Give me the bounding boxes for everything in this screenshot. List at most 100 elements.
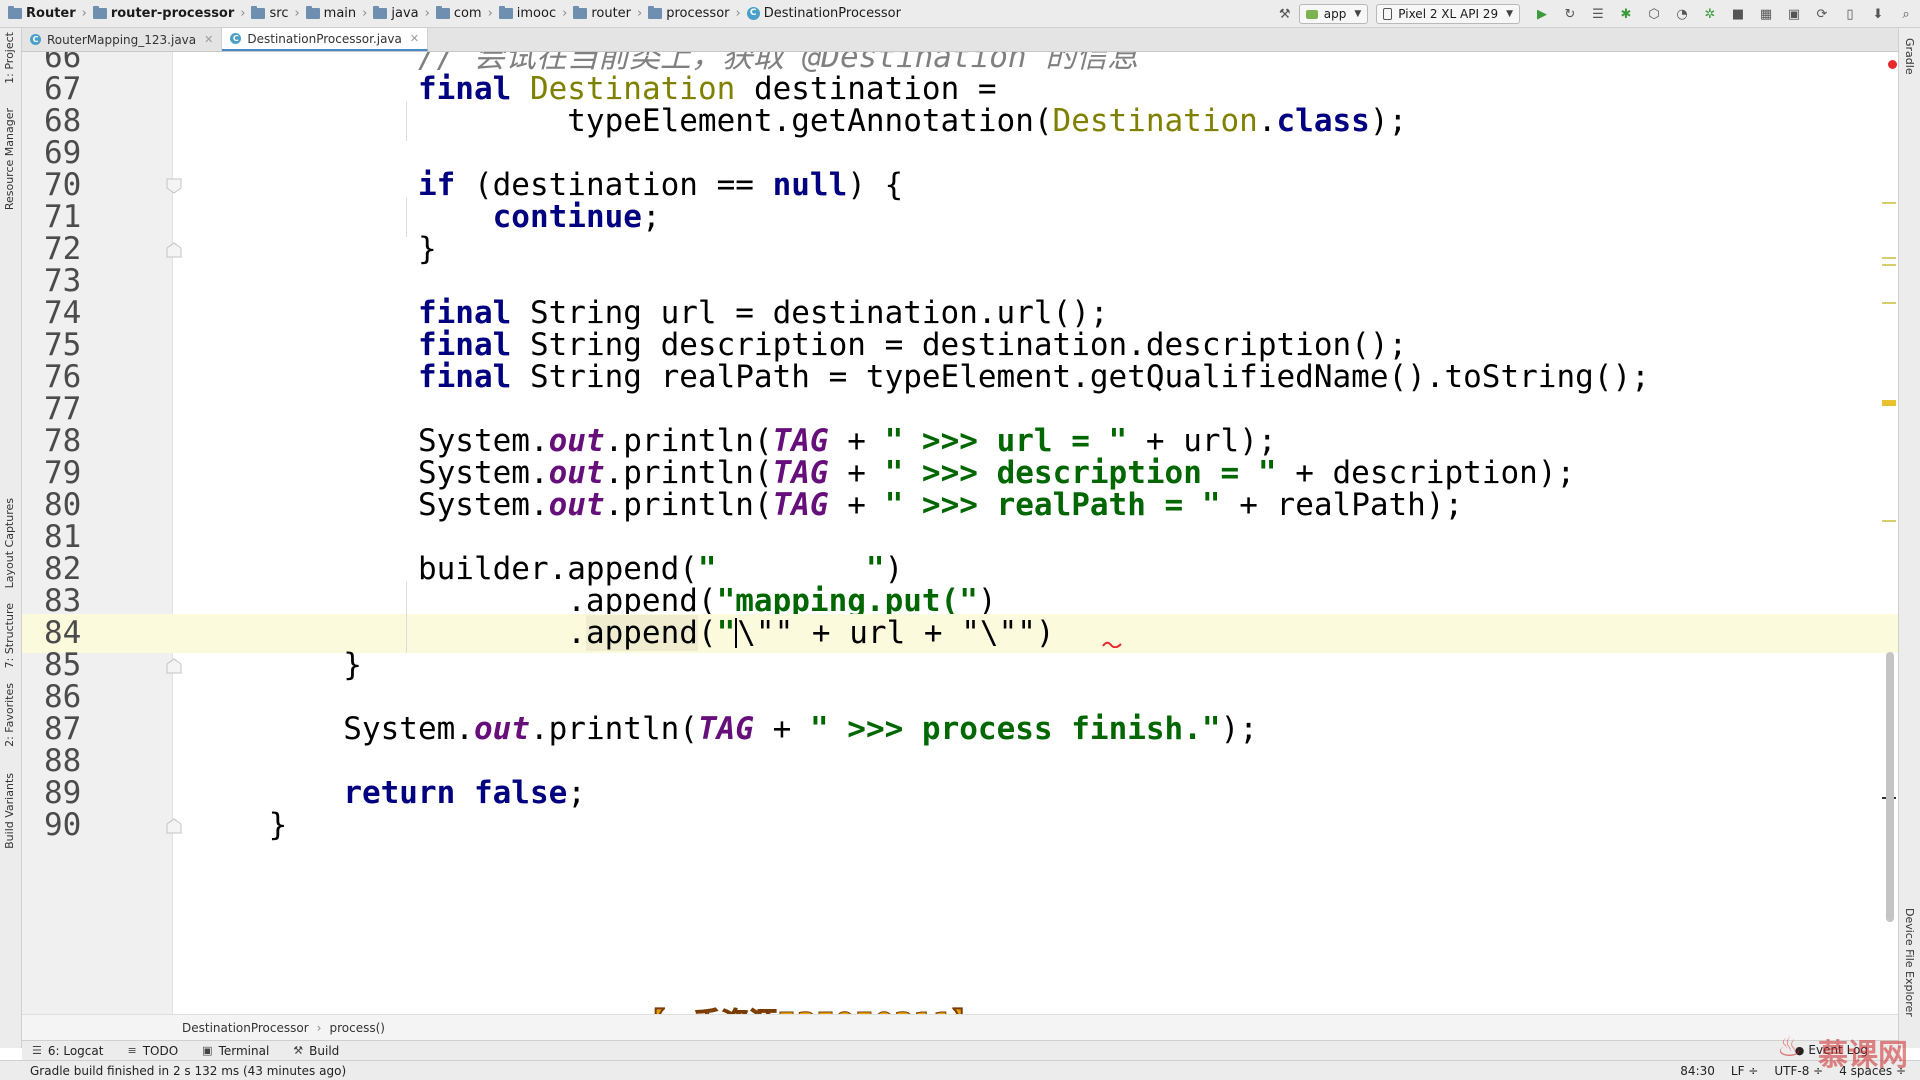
toolbar: ⚒ app ▼ Pixel 2 XL API 29 ▼ ▶ ↻ ☰ ✱ ⬡ ◔ … [1271, 0, 1920, 28]
chevron-right-icon: › [316, 1020, 322, 1035]
fold-marker-icon[interactable] [165, 177, 183, 195]
tool-build[interactable]: ⚒ Build [293, 1044, 339, 1058]
phone-icon [1383, 8, 1393, 20]
breadcrumb-label: src [269, 6, 289, 21]
search-icon[interactable]: ⌕ [1898, 6, 1914, 22]
tab-label: RouterMapping_123.java [47, 32, 197, 47]
breadcrumb-label: router [591, 6, 632, 21]
chevron-right-icon: › [562, 6, 568, 21]
caret-marker[interactable] [1882, 400, 1896, 406]
breadcrumb-label: main [323, 6, 357, 21]
right-tool-strip: Gradle Device File Explorer [1898, 28, 1920, 1048]
left-tool-strip: 1: Project Resource Manager Layout Captu… [0, 28, 22, 1048]
code-text[interactable]: } [194, 806, 288, 845]
tool-todo[interactable]: ≡ TODO [127, 1044, 178, 1058]
watermark-text: 【一手资源535950311】 [636, 1001, 980, 1015]
device-select[interactable]: Pixel 2 XL API 29 ▼ [1376, 4, 1520, 24]
debug-icon[interactable]: ✱ [1618, 6, 1634, 22]
attach-debugger-icon[interactable]: ⬡ [1646, 6, 1662, 22]
fold-marker-icon[interactable] [165, 817, 183, 835]
project-structure-icon[interactable]: ▦ [1758, 6, 1774, 22]
breadcrumb-item[interactable]: router-processor [92, 0, 235, 28]
class-icon: C [230, 33, 242, 44]
tool-structure[interactable]: 7: Structure [3, 603, 16, 668]
breadcrumb-label: processor [666, 6, 730, 21]
breadcrumb-item[interactable]: main [305, 0, 357, 28]
brand-watermark: 慕课网 [1818, 1038, 1908, 1073]
chevron-right-icon: › [362, 6, 368, 21]
tool-project[interactable]: 1: Project [3, 32, 16, 84]
breadcrumb-item[interactable]: com [435, 0, 482, 28]
breadcrumb-item[interactable]: imooc [498, 0, 556, 28]
breadcrumb: Router › router-processor › src › main › java › co… [0, 0, 901, 28]
tool-layout-captures[interactable]: Layout Captures [3, 498, 16, 588]
breadcrumb-item[interactable]: src [251, 0, 288, 28]
status-message[interactable]: Gradle build finished in 2 s 132 ms (43 … [30, 1064, 346, 1078]
chevron-down-icon: ▼ [1506, 9, 1513, 19]
close-icon[interactable]: ✕ [410, 32, 419, 45]
attach-process-icon[interactable]: ✲ [1702, 6, 1718, 22]
fold-marker-icon[interactable] [165, 241, 183, 259]
breadcrumb-class[interactable]: DestinationProcessor [182, 1021, 309, 1035]
tool-gradle[interactable]: Gradle [1903, 38, 1916, 75]
tool-favorites[interactable]: 2: Favorites [3, 683, 16, 747]
todo-icon: ≡ [127, 1044, 137, 1057]
folder-icon [573, 6, 588, 19]
chevron-right-icon: › [735, 6, 741, 21]
code-line[interactable]: 90 } [22, 806, 1898, 845]
android-studio-window: Router › router-processor › src › main › java › co… [0, 0, 1920, 1080]
vertical-scrollbar[interactable] [1886, 652, 1894, 922]
tab-router-mapping[interactable]: C RouterMapping_123.java ✕ [22, 28, 223, 51]
tool-label: TODO [142, 1043, 179, 1058]
hammer-icon[interactable]: ⚒ [1277, 6, 1293, 22]
code-breadcrumbs: DestinationProcessor › process() [22, 1014, 1898, 1040]
close-icon[interactable]: ✕ [204, 33, 213, 46]
tool-terminal[interactable]: ▣ Terminal [202, 1044, 269, 1058]
sync-gradle-icon[interactable]: ⟳ [1814, 6, 1830, 22]
breadcrumb-item[interactable]: C DestinationProcessor [746, 0, 901, 28]
line-separator[interactable]: LF ÷ [1731, 1064, 1758, 1078]
sdk-manager-icon[interactable]: ⬇ [1870, 6, 1886, 22]
tool-build-variants[interactable]: Build Variants [3, 773, 16, 849]
class-icon: C [746, 7, 760, 20]
fold-marker-icon[interactable] [165, 657, 183, 675]
breadcrumb-label: router-processor [110, 6, 235, 21]
breadcrumb-item[interactable]: Router [8, 0, 76, 28]
breadcrumb-item[interactable]: java [373, 0, 419, 28]
terminal-icon: ▣ [202, 1044, 213, 1057]
tool-logcat[interactable]: ☰ 6: Logcat [32, 1044, 103, 1058]
warning-marker[interactable] [1882, 302, 1896, 304]
apply-code-changes-icon[interactable]: ☰ [1590, 6, 1606, 22]
warning-marker[interactable] [1882, 520, 1896, 522]
code-editor[interactable]: 66 // 尝试在当前类上，获取 @Destination 的信息 67 fina… [22, 52, 1898, 1014]
warning-marker[interactable] [1882, 202, 1896, 204]
build-icon: ⚒ [293, 1044, 304, 1057]
avd-manager-icon[interactable]: ▯ [1842, 6, 1858, 22]
layout-inspector-icon[interactable]: ▣ [1786, 6, 1802, 22]
folder-icon [648, 6, 663, 19]
file-encoding[interactable]: UTF-8 ÷ [1774, 1064, 1823, 1078]
tool-resource-manager[interactable]: Resource Manager [3, 108, 16, 210]
code-token: } [194, 807, 288, 843]
tab-destination-processor[interactable]: C DestinationProcessor.java ✕ [222, 28, 429, 51]
chevron-right-icon: › [487, 6, 493, 21]
run-icon[interactable]: ▶ [1534, 6, 1550, 22]
breadcrumb-item[interactable]: router [573, 0, 631, 28]
chevron-right-icon: › [424, 6, 430, 21]
run-config-select[interactable]: app ▼ [1298, 4, 1369, 24]
stop-icon[interactable]: ■ [1730, 6, 1746, 22]
profile-icon[interactable]: ◔ [1674, 6, 1690, 22]
device-label: Pixel 2 XL API 29 [1398, 7, 1499, 21]
tool-windows-bar: ☰ 6: Logcat ≡ TODO ▣ Terminal ⚒ Build ● … [22, 1040, 1898, 1060]
warning-marker[interactable] [1882, 257, 1896, 259]
warning-marker[interactable] [1882, 264, 1896, 266]
breadcrumb-item[interactable]: processor [648, 0, 730, 28]
folder-icon [305, 6, 320, 19]
caret-position[interactable]: 84:30 [1680, 1064, 1715, 1078]
apply-changes-icon[interactable]: ↻ [1562, 6, 1578, 22]
status-bar: Gradle build finished in 2 s 132 ms (43 … [0, 1060, 1920, 1080]
tool-device-file-explorer[interactable]: Device File Explorer [1903, 908, 1916, 1017]
line-number: 90 [44, 807, 82, 843]
breadcrumb-method[interactable]: process() [329, 1021, 384, 1035]
error-indicator-icon[interactable] [1888, 60, 1897, 69]
